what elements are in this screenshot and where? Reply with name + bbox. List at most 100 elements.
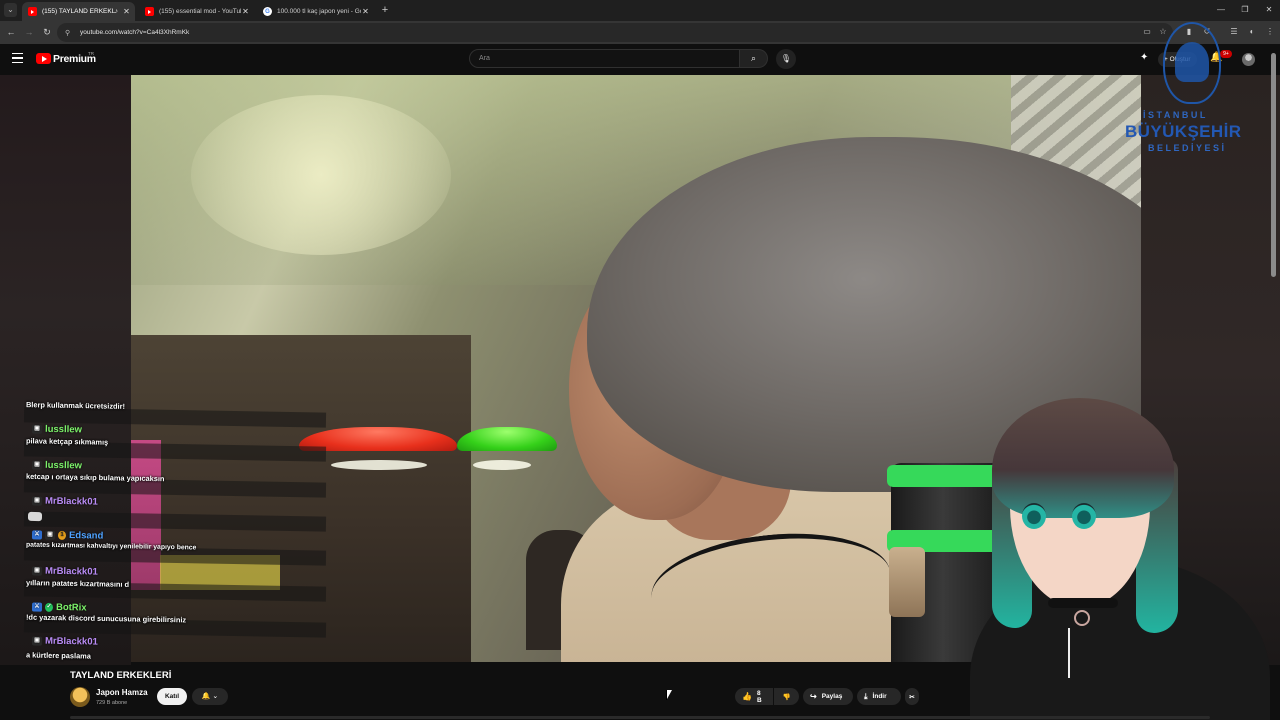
subscriber-badge-icon: ▣ bbox=[31, 424, 43, 434]
new-tab-button[interactable]: + bbox=[379, 3, 391, 17]
chat-username: lussllew bbox=[44, 459, 83, 472]
tab-title: (155) TAYLAND ERKEKLERİ bbox=[42, 8, 115, 15]
video-title: TAYLAND ERKEKLERİ bbox=[70, 670, 172, 681]
municipality-watermark: İSTANBUL BÜYÜKŞEHİR BELEDİYESİ bbox=[1125, 16, 1275, 176]
lamp-glow bbox=[473, 460, 531, 470]
chat-message: Blerp kullanmak ücretsizdir! bbox=[25, 400, 126, 411]
restore-icon[interactable]: ❐ bbox=[1237, 3, 1253, 17]
youtube-logo-icon[interactable] bbox=[36, 53, 51, 64]
subscriber-badge-icon: ▣ bbox=[31, 566, 43, 576]
site-info-icon[interactable]: ⚲ bbox=[65, 29, 74, 37]
metal-plate bbox=[889, 547, 925, 617]
share-icon: ↪ bbox=[810, 692, 817, 701]
pentagram-pendant-icon bbox=[1074, 610, 1090, 626]
clip-icon: ✂ bbox=[909, 693, 915, 701]
page-divider bbox=[70, 716, 1210, 719]
green-lamp bbox=[457, 427, 557, 451]
chat-username: Edsand bbox=[68, 530, 104, 542]
speaker-icon[interactable]: ♪ bbox=[115, 8, 119, 15]
reload-icon[interactable]: ↻ bbox=[40, 25, 54, 39]
browser-toolbar: ← → ↻ ⚲ youtube.com/watch?v=Ca4l3XhRmKk … bbox=[0, 21, 1280, 44]
close-window-icon[interactable]: ✕ bbox=[1261, 3, 1277, 17]
youtube-masthead: Premium TR Ara ⌕ 🎙 ✦ + Oluştur 🔔 9+ bbox=[0, 44, 1280, 75]
watermark-line-3: BELEDİYESİ bbox=[1148, 143, 1227, 153]
chat-username: BotRix bbox=[55, 601, 87, 614]
menu-icon[interactable] bbox=[12, 53, 23, 63]
chat-username-row: ▣ MrBlackk01 bbox=[31, 635, 98, 648]
subscriber-badge-icon: ▣ bbox=[31, 496, 43, 506]
share-button[interactable]: ↪ Paylaş bbox=[803, 688, 853, 705]
subscriber-badge-icon: ▣ bbox=[31, 460, 43, 470]
watermark-line-1: İSTANBUL bbox=[1143, 110, 1208, 120]
chat-username-row: ▣ lussllew bbox=[31, 459, 83, 472]
country-code: TR bbox=[88, 51, 94, 56]
subscription-bell-button[interactable]: 🔔 ⌄ bbox=[192, 688, 228, 705]
url-text: youtube.com/watch?v=Ca4l3XhRmKk bbox=[80, 29, 190, 36]
subscriber-badge-icon: ▣ bbox=[44, 530, 56, 540]
back-icon[interactable]: ← bbox=[4, 25, 18, 39]
avatar-bangs bbox=[992, 398, 1174, 518]
channel-avatar[interactable] bbox=[70, 687, 90, 707]
download-button[interactable]: ⤓ İndir bbox=[857, 688, 901, 705]
ceiling-light-glow bbox=[191, 95, 451, 255]
watermark-line-2: BÜYÜKŞEHİR bbox=[1125, 122, 1242, 141]
bell-icon: 🔔 bbox=[201, 693, 211, 700]
chevron-down-icon: ⌄ bbox=[212, 693, 219, 700]
verified-badge-icon: ✓ bbox=[44, 602, 54, 612]
chat-band bbox=[23, 511, 327, 532]
screen: ⌄ (155) TAYLAND ERKEKLERİ ♪ ✕ (155) esse… bbox=[0, 0, 1280, 720]
dislike-button[interactable]: 👎 bbox=[774, 688, 799, 705]
moderator-badge-icon: ⚔ bbox=[31, 602, 43, 612]
video-info-bar: TAYLAND ERKEKLERİ Japon Hamza 729 B abon… bbox=[0, 662, 1280, 720]
forward-icon[interactable]: → bbox=[22, 25, 36, 39]
chat-username-row: ⚔ ✓ BotRix bbox=[31, 601, 87, 614]
avatar-eye bbox=[1072, 503, 1096, 529]
join-button[interactable]: Katıl bbox=[157, 688, 187, 705]
download-icon: ⤓ bbox=[864, 691, 868, 701]
tab-title: 100.000 tl kaç japon yeni - Goo bbox=[277, 8, 361, 15]
close-tab-icon[interactable]: ✕ bbox=[241, 7, 250, 16]
search-placeholder: Ara bbox=[479, 55, 490, 62]
like-count: 8 B bbox=[756, 689, 762, 704]
tab-search-button[interactable]: ⌄ bbox=[4, 3, 17, 17]
minimize-icon[interactable]: — bbox=[1213, 3, 1229, 17]
microphone-icon[interactable]: 🎙 bbox=[776, 49, 796, 69]
chat-username: lussllew bbox=[44, 423, 83, 436]
subscriber-badge-icon: ▣ bbox=[31, 636, 43, 646]
chat-username: MrBlackk01 bbox=[44, 495, 98, 508]
chat-emote-icon bbox=[27, 511, 43, 522]
browser-tab-strip: ⌄ (155) TAYLAND ERKEKLERİ ♪ ✕ (155) esse… bbox=[0, 0, 1280, 21]
channel-name[interactable]: Japon Hamza bbox=[96, 688, 148, 697]
lamp-glow bbox=[331, 460, 427, 470]
chat-username-row: ▣ MrBlackk01 bbox=[31, 495, 98, 508]
chat-message: a kürtlere paslama bbox=[25, 650, 91, 661]
browser-tab-3[interactable]: G 100.000 tl kaç japon yeni - Goo ✕ bbox=[257, 2, 374, 21]
share-label: Paylaş bbox=[821, 693, 843, 700]
thumbs-down-icon: 👎 bbox=[782, 693, 791, 701]
chat-message: yılların patates kızartmasını d bbox=[25, 578, 130, 589]
chat-username-row: ▣ MrBlackk01 bbox=[31, 565, 98, 578]
thumbs-up-icon: 👍 bbox=[742, 692, 752, 701]
chat-username: MrBlackk01 bbox=[44, 635, 98, 648]
close-tab-icon[interactable]: ✕ bbox=[122, 7, 131, 16]
clip-button[interactable]: ✂ bbox=[905, 688, 919, 705]
chat-message: pilava ketçap sıkmamış bbox=[25, 436, 109, 447]
browser-tab-2[interactable]: (155) essential mod - YouTube ✕ bbox=[139, 2, 254, 21]
chat-username: MrBlackk01 bbox=[44, 565, 98, 578]
search-icon[interactable]: ⌕ bbox=[739, 49, 768, 68]
browser-tab-1[interactable]: (155) TAYLAND ERKEKLERİ ♪ ✕ bbox=[22, 2, 135, 21]
address-bar[interactable]: ⚲ youtube.com/watch?v=Ca4l3XhRmKk bbox=[57, 23, 1173, 42]
chat-username-row: ⚔ ▣ 1 Edsand bbox=[31, 529, 104, 542]
moderator-badge-icon: ⚔ bbox=[31, 530, 43, 540]
tab-title: (155) essential mod - YouTube bbox=[159, 8, 241, 15]
like-button[interactable]: 👍 8 B bbox=[735, 688, 773, 705]
youtube-icon bbox=[145, 7, 154, 16]
close-tab-icon[interactable]: ✕ bbox=[361, 7, 370, 16]
search-input[interactable]: Ara bbox=[469, 49, 740, 68]
google-icon: G bbox=[263, 7, 272, 16]
gift-badge-icon: 1 bbox=[57, 530, 67, 540]
youtube-icon bbox=[28, 7, 37, 16]
subscriber-count: 729 B abone bbox=[96, 700, 128, 706]
page-scrollbar[interactable] bbox=[1271, 53, 1276, 277]
mouse-cursor-icon bbox=[666, 690, 672, 700]
